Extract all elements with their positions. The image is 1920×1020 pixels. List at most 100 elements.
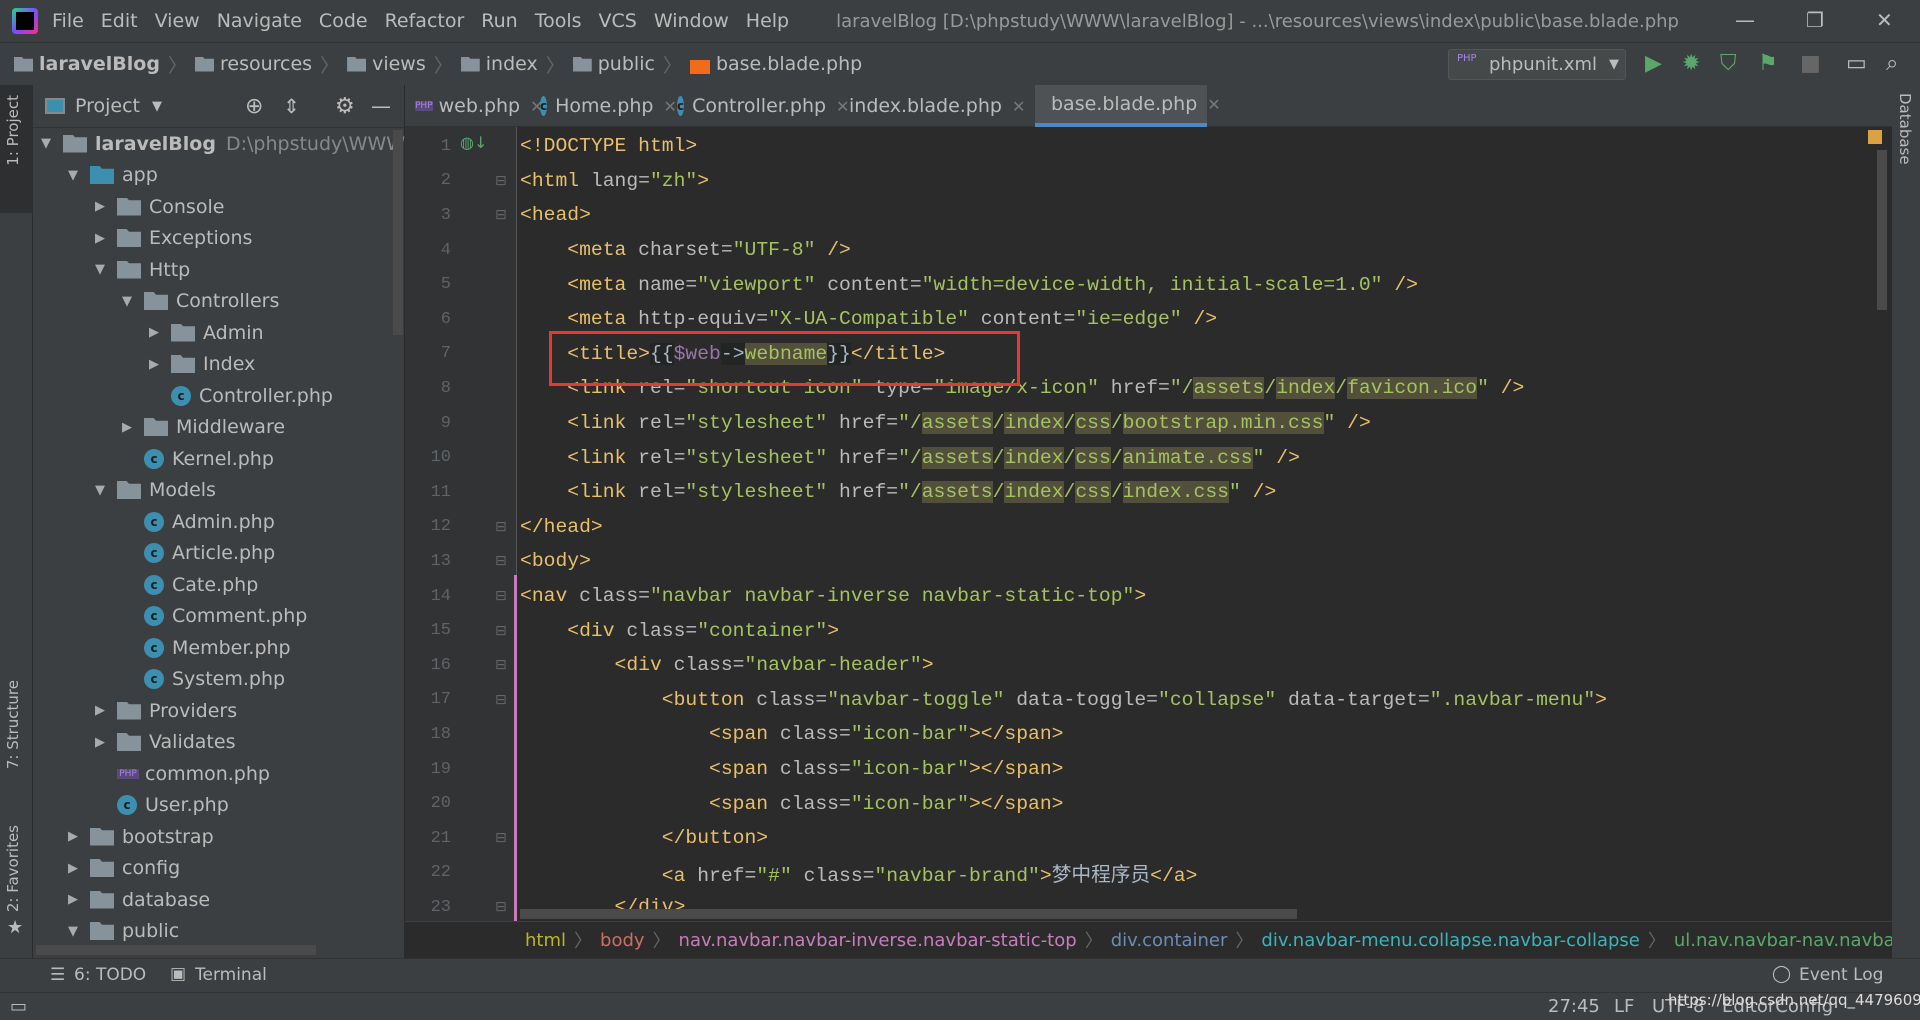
html-crumb[interactable]: div.navbar-menu.collapse.navbar-collapse xyxy=(1261,930,1640,951)
project-tool-button[interactable]: 1: Project xyxy=(4,95,22,166)
terminal-tool-button[interactable]: Terminal xyxy=(195,965,267,985)
fold-icon[interactable]: ⊟ xyxy=(495,519,507,535)
nav-crumb[interactable]: public xyxy=(572,53,655,75)
stop-icon[interactable]: ■ xyxy=(1800,51,1821,76)
tree-item[interactable]: c Member.php xyxy=(122,632,291,663)
fold-icon[interactable]: ⊟ xyxy=(495,553,507,569)
nav-crumb[interactable]: base.blade.php xyxy=(689,53,862,75)
editor-vscrollbar[interactable] xyxy=(1877,150,1887,310)
tab-Controller-php[interactable]: c Controller.php ✕ xyxy=(667,85,849,127)
fold-icon[interactable]: ⊟ xyxy=(495,207,507,223)
menu-code[interactable]: Code xyxy=(319,10,368,32)
fold-icon[interactable]: ⊟ xyxy=(495,588,507,604)
favorites-tool-button[interactable]: 2: Favorites xyxy=(4,825,22,912)
toggle-tool-windows-icon[interactable]: ▭ xyxy=(10,996,27,1017)
fold-icon[interactable]: ⊟ xyxy=(495,623,507,639)
html-crumb[interactable]: ul.nav.navbar-nav.navbar-left xyxy=(1674,930,1892,951)
html-crumb[interactable]: div.container xyxy=(1111,930,1228,951)
tree-item[interactable]: ▼ public xyxy=(68,916,179,947)
html-crumb[interactable]: html xyxy=(525,930,566,951)
gear-icon[interactable]: ⚙ xyxy=(335,94,355,119)
run-config-dropdown[interactable]: PHP phpunit.xml ▼ xyxy=(1448,49,1626,80)
tree-item[interactable]: c Controller.php xyxy=(149,380,333,411)
tree-item[interactable]: ▼ app xyxy=(68,160,158,191)
menu-edit[interactable]: Edit xyxy=(101,10,138,32)
debug-icon[interactable]: ✹ xyxy=(1682,51,1700,76)
tree-item[interactable]: ▶ Admin xyxy=(149,317,264,348)
hide-icon[interactable]: — xyxy=(371,94,391,118)
caret-position[interactable]: 27:45 xyxy=(1548,996,1600,1017)
tree-item[interactable]: ▼ Controllers xyxy=(122,286,279,317)
tree-item[interactable]: c System.php xyxy=(122,664,285,695)
fold-icon[interactable]: ⊟ xyxy=(495,692,507,708)
html-crumb[interactable]: nav.navbar.navbar-inverse.navbar-static-… xyxy=(679,930,1077,951)
close-icon[interactable]: ✕ xyxy=(1876,8,1893,32)
tree-item[interactable]: c Cate.php xyxy=(122,569,258,600)
tab-base-blade-php[interactable]: base.blade.php ✕ xyxy=(1035,85,1221,127)
tree-item[interactable]: ▼ laravelBlog D:\phpstudy\WWW\lara xyxy=(41,128,448,159)
line-separator[interactable]: LF xyxy=(1614,996,1634,1017)
menu-window[interactable]: Window xyxy=(654,10,729,32)
tab-Home-php[interactable]: c Home.php ✕ xyxy=(530,85,677,127)
fold-icon[interactable]: ⊟ xyxy=(495,830,507,846)
tree-item[interactable]: ▶ Console xyxy=(95,191,224,222)
tree-item[interactable]: ▶ Index xyxy=(149,349,255,380)
tree-scrollbar[interactable] xyxy=(393,130,403,335)
tree-item[interactable]: ▶ Validates xyxy=(95,727,235,758)
fold-icon[interactable]: ⊟ xyxy=(495,899,507,915)
profile-icon[interactable]: ⚑ xyxy=(1758,51,1778,76)
html-crumb[interactable]: body xyxy=(600,930,645,951)
fold-icon[interactable]: ⊟ xyxy=(495,173,507,189)
coverage-icon[interactable]: ⛉ xyxy=(1720,51,1737,76)
chevron-down-icon[interactable]: ▼ xyxy=(152,99,162,114)
menu-run[interactable]: Run xyxy=(481,10,517,32)
code-editor[interactable]: 1 <!DOCTYPE html> 2 ⊟ <html lang="zh"> 3 ⊟ <hea… xyxy=(405,127,1892,921)
inspection-status-icon[interactable] xyxy=(1868,130,1882,144)
tree-item[interactable]: ▼ Http xyxy=(95,254,190,285)
todo-tool-button[interactable]: 6: TODO xyxy=(74,965,146,985)
nav-crumb[interactable]: laravelBlog xyxy=(14,53,160,75)
fold-icon[interactable]: ⊟ xyxy=(495,657,507,673)
tree-item[interactable]: ▶ database xyxy=(68,884,210,915)
tree-item[interactable]: ▶ Providers xyxy=(95,695,237,726)
restore-icon[interactable]: ❐ xyxy=(1806,8,1824,32)
terminal-icon[interactable]: ▭ xyxy=(1846,51,1867,76)
tree-item[interactable]: ▶ config xyxy=(68,853,180,884)
menu-view[interactable]: View xyxy=(155,10,200,32)
tree-hscrollbar[interactable] xyxy=(36,945,316,955)
menu-vcs[interactable]: VCS xyxy=(599,10,637,32)
database-tool-button[interactable]: Database xyxy=(1896,93,1914,165)
structure-tool-button[interactable]: 7: Structure xyxy=(4,680,22,769)
tree-item[interactable]: ▶ Middleware xyxy=(122,412,285,443)
nav-crumb[interactable]: index xyxy=(460,53,538,75)
event-log-button[interactable]: Event Log xyxy=(1799,965,1883,985)
tab-index-blade-php[interactable]: index.blade.php ✕ xyxy=(833,85,1025,127)
locate-icon[interactable]: ⊕ xyxy=(245,94,263,119)
tree-item[interactable]: ▶ bootstrap xyxy=(68,821,214,852)
menu-tools[interactable]: Tools xyxy=(535,10,582,32)
collapse-all-icon[interactable]: ⇕ xyxy=(283,94,300,118)
tree-item[interactable]: c Comment.php xyxy=(122,601,307,632)
editor-hscrollbar[interactable] xyxy=(520,909,1297,919)
menu-navigate[interactable]: Navigate xyxy=(217,10,302,32)
tree-item[interactable]: ▶ Exceptions xyxy=(95,223,252,254)
close-tab-icon[interactable]: ✕ xyxy=(1012,97,1025,116)
nav-crumb[interactable]: resources xyxy=(194,53,312,75)
close-tab-icon[interactable]: ✕ xyxy=(1207,95,1220,114)
nav-crumb[interactable]: views xyxy=(347,53,426,75)
tree-item[interactable]: PHP common.php xyxy=(95,758,270,789)
run-icon[interactable]: ▶ xyxy=(1645,51,1662,76)
tab-web-php[interactable]: PHP web.php ✕ xyxy=(405,85,544,127)
tree-item[interactable]: c User.php xyxy=(95,790,229,821)
minimize-icon[interactable]: — xyxy=(1735,8,1755,32)
menu-help[interactable]: Help xyxy=(746,10,789,32)
tree-item[interactable]: c Article.php xyxy=(122,538,275,569)
tree-item[interactable]: c Kernel.php xyxy=(122,443,274,474)
project-view-selector[interactable]: Project xyxy=(75,95,140,117)
menu-refactor[interactable]: Refactor xyxy=(385,10,465,32)
menu-file[interactable]: File xyxy=(52,10,84,32)
implements-icon[interactable]: ◍↓ xyxy=(460,133,487,152)
tree-item[interactable]: c Admin.php xyxy=(122,506,275,537)
tree-item[interactable]: ▼ Models xyxy=(95,475,216,506)
search-icon[interactable]: ⌕ xyxy=(1886,51,1898,76)
